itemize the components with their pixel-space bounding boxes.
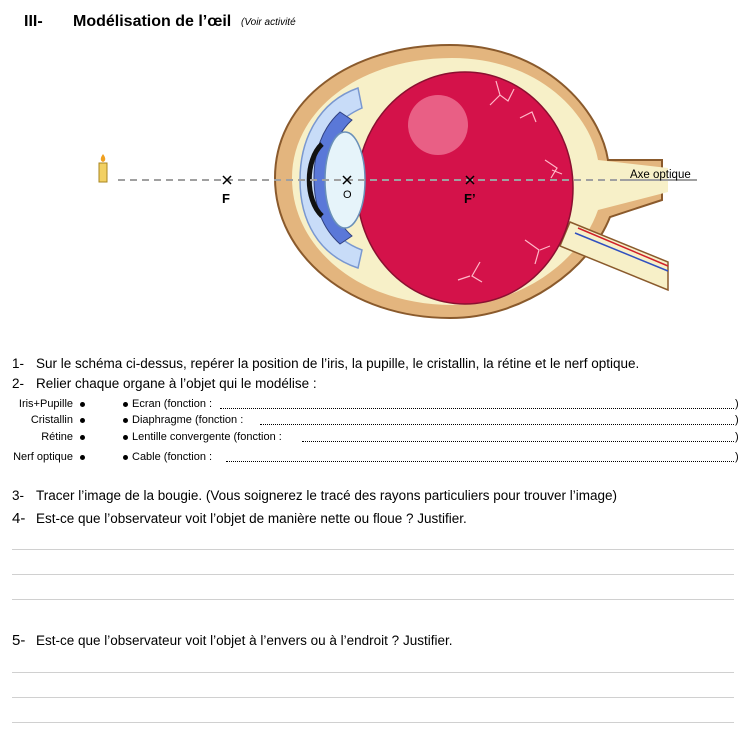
point-f-prime-label: F’: [464, 191, 476, 206]
question-4-text: Est-ce que l’observateur voit l’objet de…: [36, 511, 467, 526]
organ-dot[interactable]: [80, 435, 85, 440]
answer-fill-ecran[interactable]: [220, 408, 734, 409]
point-o-label: O: [343, 189, 352, 201]
candle-flame: [100, 154, 106, 162]
question-2-number: 2-: [12, 376, 25, 391]
section-note: (Voir activité: [241, 17, 296, 28]
question-1: 1- Sur le schéma ci-dessus, repérer la po…: [12, 356, 639, 371]
highlight: [408, 95, 468, 155]
answer-line-q5[interactable]: [12, 697, 734, 698]
answer-line-q4[interactable]: [12, 574, 734, 575]
object-dot[interactable]: [123, 455, 128, 460]
answer-fill-cable[interactable]: [226, 461, 734, 462]
close-paren: ): [735, 431, 739, 443]
close-paren: ): [735, 398, 739, 410]
question-1-number: 1-: [12, 356, 25, 371]
answer-line-q4[interactable]: [12, 549, 734, 550]
candle: [98, 162, 108, 183]
question-5-text: Est-ce que l’observateur voit l’objet à …: [36, 633, 453, 648]
object-lentille: Lentille convergente (fonction :: [132, 431, 282, 443]
question-3: 3- Tracer l’image de la bougie. (Vous soi…: [12, 488, 617, 503]
organ-cristallin: Cristallin: [30, 414, 73, 426]
organ-dot[interactable]: [80, 402, 85, 407]
point-f-label: F: [222, 191, 230, 206]
object-diaphragme: Diaphragme (fonction :: [132, 414, 244, 426]
organ-nerf-optique: Nerf optique: [13, 451, 73, 463]
question-3-number: 3-: [12, 488, 25, 503]
organ-iris-pupille: Iris+Pupille: [18, 398, 73, 410]
object-dot[interactable]: [123, 418, 128, 423]
object-ecran: Ecran (fonction :: [132, 398, 213, 410]
question-3-text: Tracer l’image de la bougie. (Vous soign…: [36, 488, 618, 503]
question-2-text: Relier chaque organe à l’objet qui le mo…: [36, 376, 317, 391]
object-cable: Cable (fonction :: [132, 451, 213, 463]
organ-dot[interactable]: [80, 455, 85, 460]
vitreous-body: [356, 71, 574, 305]
section-number: III-: [24, 13, 43, 30]
question-4-number: 4-: [12, 510, 26, 527]
object-dot[interactable]: [123, 435, 128, 440]
close-paren: ): [735, 414, 739, 426]
answer-line-q4[interactable]: [12, 599, 734, 600]
axis-label: Axe optique: [630, 169, 691, 181]
organ-dot[interactable]: [80, 418, 85, 423]
question-5-number: 5-: [12, 632, 26, 649]
close-paren: ): [735, 451, 739, 463]
organ-retine: Rétine: [41, 431, 73, 443]
eye-diagram: F O F’ Axe optique: [98, 43, 697, 320]
answer-fill-diaphragme[interactable]: [260, 424, 734, 425]
answer-fill-lentille[interactable]: [302, 441, 734, 442]
object-dot[interactable]: [123, 402, 128, 407]
question-4: 4- Est-ce que l’observateur voit l’objet …: [12, 510, 467, 527]
answer-line-q5[interactable]: [12, 672, 734, 673]
answer-line-q5[interactable]: [12, 722, 734, 723]
section-title: Modélisation de l’œil: [73, 13, 232, 30]
question-2: 2- Relier chaque organe à l’objet qui le …: [12, 376, 317, 391]
question-5: 5- Est-ce que l’observateur voit l’objet …: [12, 632, 452, 649]
question-1-text: Sur le schéma ci-dessus, repérer la posi…: [36, 356, 640, 371]
